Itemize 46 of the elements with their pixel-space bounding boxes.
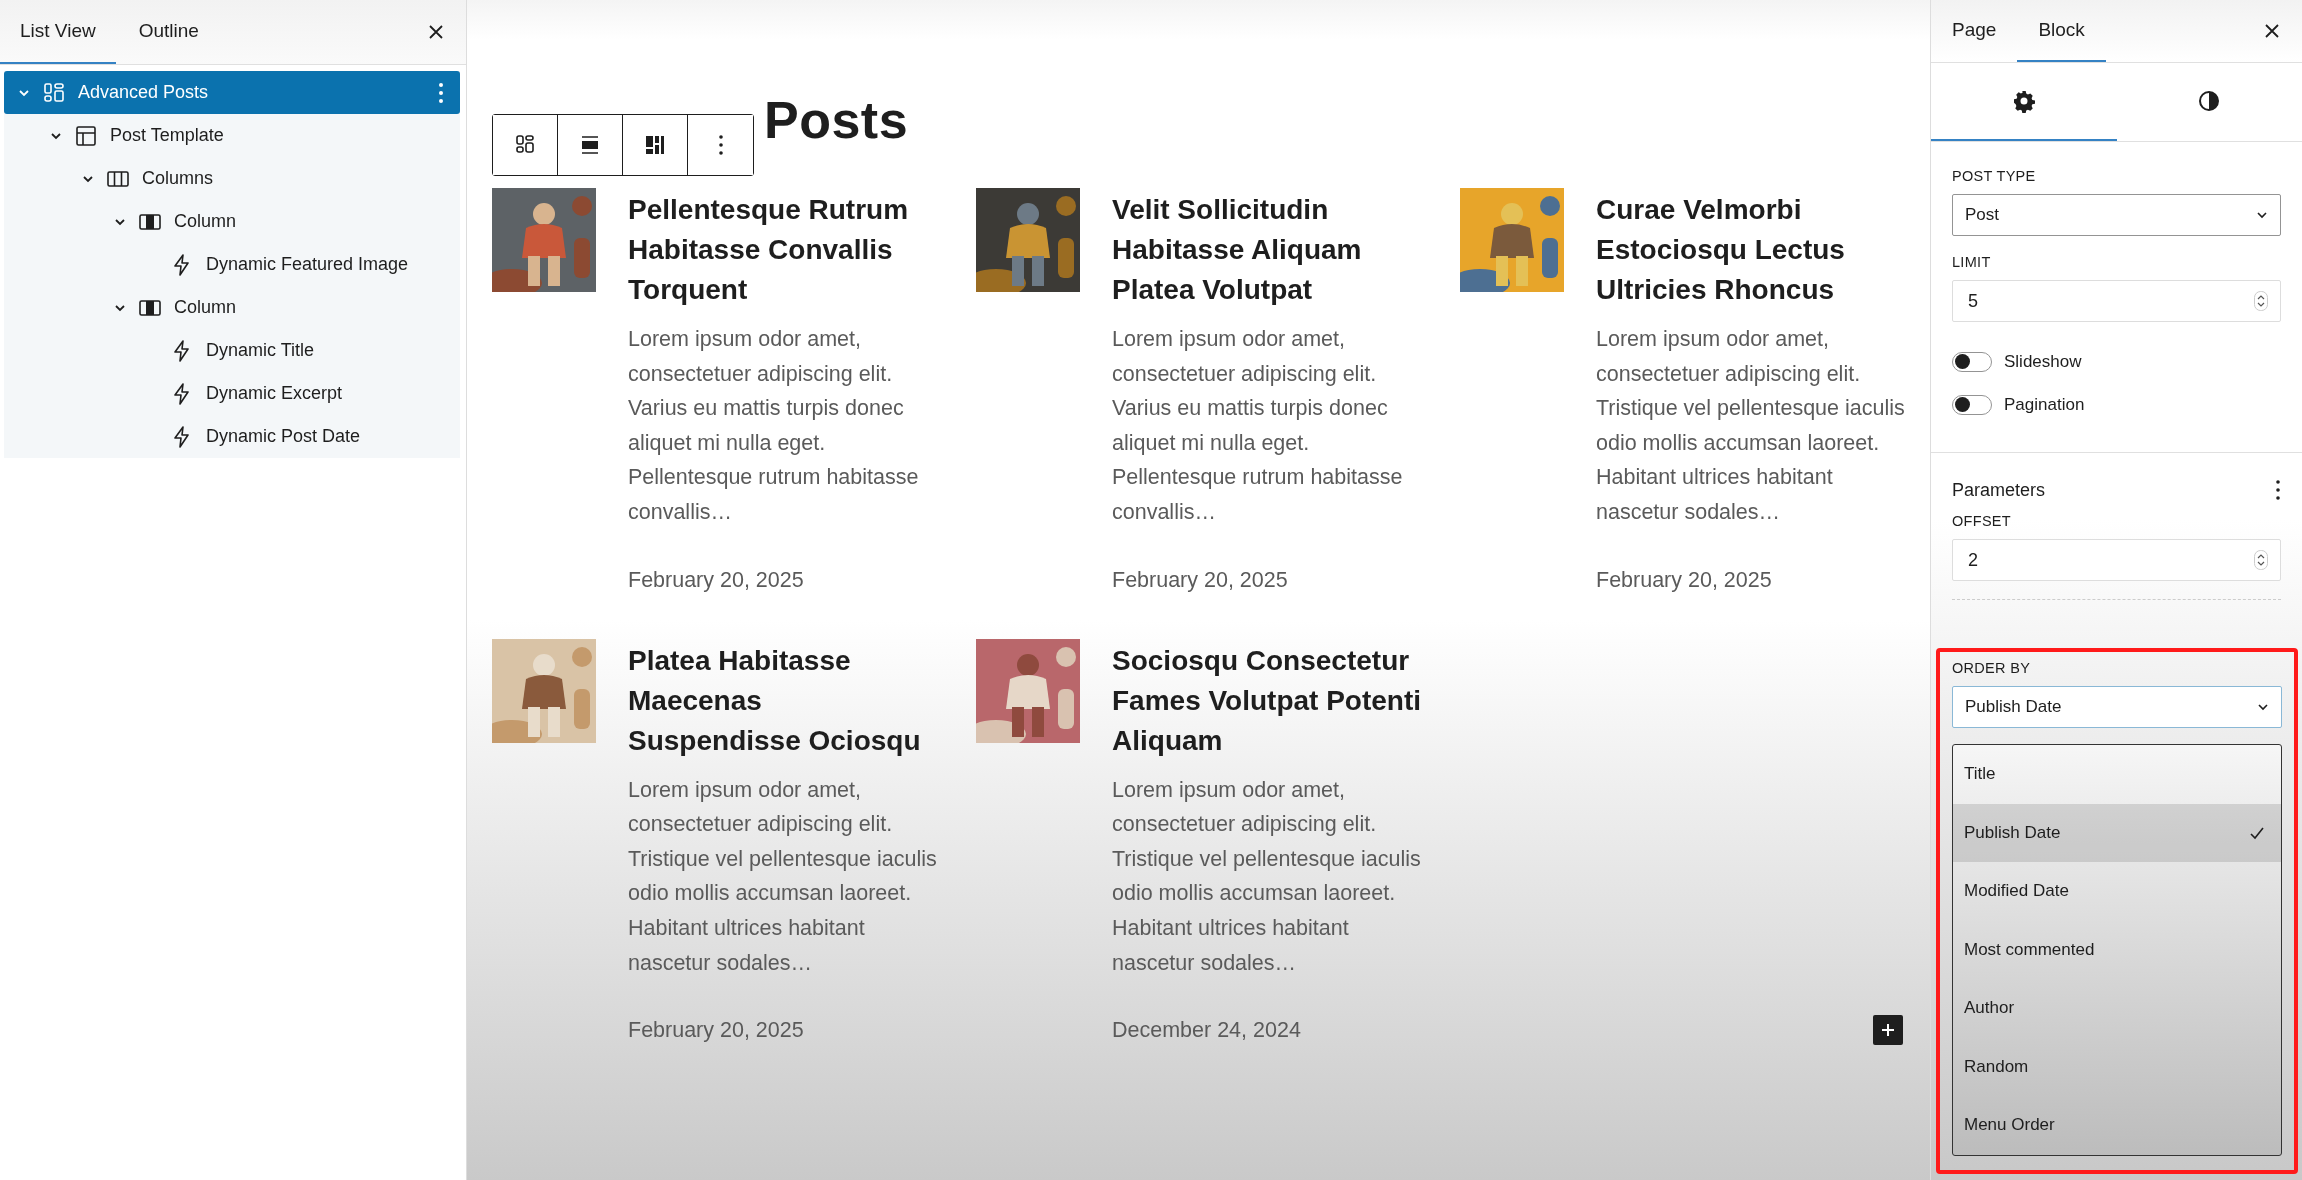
post-title[interactable]: Velit Sollicitudin Habitasse Aliquam Platea Volutpat xyxy=(1112,190,1424,310)
tree-item[interactable]: Dynamic Post Date xyxy=(4,415,460,458)
tree-item[interactable]: Dynamic Title xyxy=(4,329,460,372)
tree-item[interactable]: Column xyxy=(4,286,460,329)
toggle-label: Pagination xyxy=(2004,394,2085,415)
post-date: February 20, 2025 xyxy=(628,1018,805,1044)
post-excerpt: Lorem ipsum odor amet, consectetuer adipiscing elit. Tristique vel pellentesque iaculis odio mollis accumsan laoreet. Habitant ultrices habitant nascetur sodales… xyxy=(1596,326,1906,526)
post-date: February 20, 2025 xyxy=(1112,567,1289,593)
post-excerpt: Lorem ipsum odor amet, consectetuer adipiscing elit. Tristique vel pellentesque iaculis odio mollis accumsan laoreet. Habitant ultrices habitant nascetur sodales… xyxy=(628,776,938,977)
dropdown-option[interactable]: Title xyxy=(1953,745,2281,804)
toggle-label: Slideshow xyxy=(2004,351,2082,372)
field-label: LIMIT xyxy=(1952,254,1992,270)
post-excerpt: Lorem ipsum odor amet, consectetuer adipiscing elit. Tristique vel pellentesque iaculis odio mollis accumsan laoreet. Habitant ultrices habitant nascetur sodales… xyxy=(1112,776,1422,977)
field-label: POST TYPE xyxy=(1952,168,2037,184)
dropdown-option[interactable]: Most commented xyxy=(1953,920,2281,979)
post-date: February 20, 2025 xyxy=(1596,567,1773,593)
order-by-select[interactable]: Publish Date xyxy=(1952,686,2282,728)
offset-input[interactable]: 2 xyxy=(1952,539,2281,581)
post-excerpt: Lorem ipsum odor amet, consectetuer adipiscing elit. Varius eu mattis turpis donec aliquet mi nulla eget. Pellentesque rutrum habitasse convallis… xyxy=(628,326,920,526)
tree-item[interactable]: Dynamic Featured Image xyxy=(4,243,460,286)
page-heading: Posts xyxy=(764,92,910,151)
tree-item[interactable]: Columns xyxy=(4,157,460,200)
dropdown-option[interactable]: Menu Order xyxy=(1953,1096,2281,1155)
tree-item[interactable]: Column xyxy=(4,200,460,243)
post-title[interactable]: Curae Velmorbi Estociosqu Lectus Ultricies Rhoncus xyxy=(1596,190,1908,310)
panel-tab[interactable]: Outline xyxy=(118,0,219,64)
post-date: February 20, 2025 xyxy=(628,567,805,593)
panel-tab[interactable]: Page xyxy=(1931,0,2018,62)
dropdown-option[interactable]: Random xyxy=(1953,1037,2281,1096)
panel-tab[interactable]: Block xyxy=(2017,0,2106,62)
dropdown-option[interactable]: Publish Date xyxy=(1953,803,2281,862)
field-label: ORDER BY xyxy=(1952,660,2032,676)
tree-item[interactable]: Post Template xyxy=(4,114,460,157)
section-title: Parameters xyxy=(1952,479,2046,501)
panel-tab[interactable]: List View xyxy=(0,0,116,64)
field-label: OFFSET xyxy=(1952,513,2012,529)
post-title[interactable]: Platea Habitasse Maecenas Suspendisse Ociosqu xyxy=(628,640,940,761)
post-title[interactable]: Pellentesque Rutrum Habitasse Convallis Torquent xyxy=(628,190,940,310)
tree-item[interactable]: Dynamic Excerpt xyxy=(4,372,460,415)
limit-input[interactable]: 5 xyxy=(1952,280,2281,322)
post-title[interactable]: Sociosqu Consectetur Fames Volutpat Potenti Aliquam xyxy=(1112,640,1424,761)
post-type-select[interactable]: Post xyxy=(1952,194,2281,236)
dropdown-option[interactable]: Author xyxy=(1953,979,2281,1038)
dropdown-option[interactable]: Modified Date xyxy=(1953,862,2281,921)
post-date: December 24, 2024 xyxy=(1112,1018,1302,1044)
post-excerpt: Lorem ipsum odor amet, consectetuer adipiscing elit. Varius eu mattis turpis donec aliquet mi nulla eget. Pellentesque rutrum habitasse convallis… xyxy=(1112,326,1404,526)
